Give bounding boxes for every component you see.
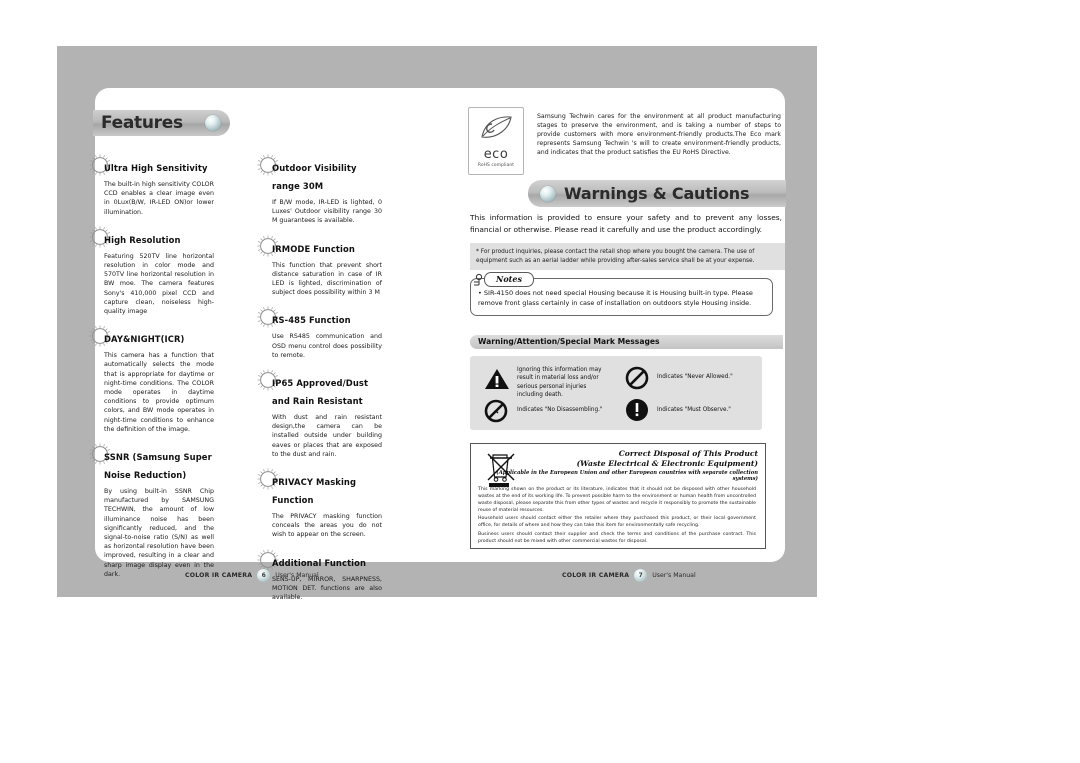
page-number-badge: 6 — [257, 568, 271, 582]
no-disassemble-icon — [484, 399, 508, 423]
feature-heading-row: SSNR (Samsung Super Noise Reduction) — [89, 443, 216, 483]
feature-heading-row: PRIVACY Masking Function — [257, 468, 384, 508]
feature-heading: Ultra High Sensitivity — [104, 163, 208, 173]
pencil-pin-icon — [474, 273, 483, 286]
feature-item: PRIVACY Masking Function The PRIVACY mas… — [257, 468, 384, 540]
feature-item: DAY&NIGHT(ICR) This camera has a functio… — [89, 325, 216, 434]
feature-body: The built-in high sensitivity COLOR CCD … — [104, 181, 214, 216]
feature-heading: PRIVACY Masking Function — [272, 477, 357, 506]
feature-body: This camera has a function that automati… — [104, 352, 214, 433]
mark-message-item — [484, 367, 510, 396]
decorative-orb-icon — [205, 115, 221, 131]
warnings-inquiry-note: * For product inquiries, please contact … — [470, 243, 785, 271]
page-title-features: Features — [101, 113, 183, 133]
feature-body: With dust and rain resistant design,the … — [272, 414, 382, 458]
feature-heading-row: IRMODE Function — [257, 235, 384, 257]
feature-heading: RS-485 Function — [272, 315, 351, 326]
disposal-title-line1: Correct Disposal of This Product — [618, 449, 758, 458]
feature-body: If B/W mode, IR-LED is lighted, 0 Luxes'… — [272, 199, 382, 225]
disposal-box: Correct Disposal of This Product (Waste … — [470, 443, 766, 549]
features-title-bar: Features — [93, 110, 230, 136]
eco-leaf-icon — [481, 116, 512, 138]
eco-description: Samsung Techwin cares for the environmen… — [537, 113, 781, 157]
features-column-2: Outdoor Visibility range 30M If B/W mode… — [257, 154, 384, 615]
feature-heading: Outdoor Visibility range 30M — [272, 163, 357, 191]
feature-heading-row: Additional Function — [257, 549, 384, 571]
feature-item: IRMODE Function This function that preve… — [257, 235, 384, 298]
feature-heading: IP65 Approved/Dust and Rain Resistant — [272, 378, 369, 407]
footer-product-name: COLOR IR CAMERA — [562, 571, 630, 579]
features-column-1: Ultra High Sensitivity The built-in high… — [89, 154, 216, 592]
mark-message-item — [484, 399, 508, 428]
mark-messages-header: Warning/Attention/Special Mark Messages — [470, 335, 783, 349]
disposal-subtitle: (Applicable in the European Union and ot… — [496, 470, 758, 482]
disposal-paragraph: Household users should contact either th… — [478, 516, 756, 528]
disposal-paragraph: This marking shown on the product or its… — [478, 487, 756, 513]
footer-manual-label: User's Manual — [275, 571, 319, 579]
decorative-orb-icon — [540, 186, 556, 202]
footer-left-page: COLOR IR CAMERA 6 User's Manual — [185, 568, 319, 582]
feature-body: This function that prevent short distanc… — [272, 261, 382, 297]
feature-heading: Additional Function — [272, 557, 367, 568]
warnings-intro-text: This information is provided to ensure y… — [470, 213, 782, 234]
warnings-title-bar: Warnings & Cautions — [528, 180, 786, 207]
feature-item: RS-485 Function Use RS485 communication … — [257, 306, 384, 360]
feature-heading-row: High Resolution — [89, 226, 216, 248]
mark-message-item — [625, 398, 649, 427]
eco-mark-subtitle: RoHS compliant — [477, 163, 515, 168]
mark-message-text: Indicates "Never Allowed." — [657, 374, 733, 380]
feature-heading-row: Outdoor Visibility range 30M — [257, 154, 384, 194]
mark-message-text: Ignoring this information may result in … — [517, 367, 602, 398]
eco-mark-word: eco — [483, 147, 509, 162]
feature-body: Use RS485 communication and OSD menu con… — [272, 333, 382, 359]
page-title-warnings: Warnings & Cautions — [564, 184, 750, 203]
feature-item: Outdoor Visibility range 30M If B/W mode… — [257, 154, 384, 226]
mark-message-item — [625, 366, 649, 395]
feature-heading: IRMODE Function — [272, 243, 355, 254]
feature-heading: DAY&NIGHT(ICR) — [104, 334, 185, 345]
exclamation-circle-icon — [626, 399, 648, 421]
crossed-out-wheelie-bin-icon — [487, 453, 515, 487]
feature-heading-row: RS-485 Function — [257, 306, 384, 328]
disposal-title: Correct Disposal of This Product (Waste … — [577, 449, 758, 469]
feature-item: Ultra High Sensitivity The built-in high… — [89, 154, 216, 217]
eco-mark-box: eco RoHS compliant — [468, 107, 524, 175]
disposal-paragraph: Business users should contact their supp… — [478, 532, 756, 544]
warning-triangle-icon — [485, 369, 509, 389]
page-number-badge: 7 — [634, 568, 648, 582]
feature-item: SSNR (Samsung Super Noise Reduction) By … — [89, 443, 216, 579]
footer-product-name: COLOR IR CAMERA — [185, 571, 253, 579]
footer-manual-label: User's Manual — [652, 571, 696, 579]
feature-body: Featuring 520TV line horizontal resoluti… — [104, 252, 214, 316]
disposal-title-line2: (Waste Electrical & Electronic Equipment… — [576, 459, 758, 468]
feature-heading-row: IP65 Approved/Dust and Rain Resistant — [257, 369, 384, 409]
mark-message-text: Indicates "No Disassembling." — [517, 407, 603, 413]
feature-body: The PRIVACY masking function conceals th… — [272, 513, 382, 539]
mark-message-text: Indicates "Must Observe." — [657, 407, 731, 413]
mark-messages-panel: Ignoring this information may result in … — [470, 356, 762, 430]
notes-text: • SIR-4150 does not need special Housing… — [478, 289, 753, 307]
notes-label: Notes — [484, 272, 534, 287]
document-page: Features Ultra High Sensitivity The buil… — [0, 0, 1080, 763]
mark-messages-heading: Warning/Attention/Special Mark Messages — [478, 337, 660, 346]
feature-heading: SSNR (Samsung Super Noise Reduction) — [104, 452, 212, 481]
feature-body: By using built-in SSNR Chip manufactured… — [104, 488, 214, 578]
footer-right-page: COLOR IR CAMERA 7 User's Manual — [562, 568, 696, 582]
prohibition-circle-icon — [625, 366, 649, 390]
feature-heading-row: DAY&NIGHT(ICR) — [89, 325, 216, 347]
feature-item: IP65 Approved/Dust and Rain Resistant Wi… — [257, 369, 384, 459]
feature-heading-row: Ultra High Sensitivity — [89, 154, 216, 176]
feature-item: High Resolution Featuring 520TV line hor… — [89, 226, 216, 316]
feature-heading: High Resolution — [104, 234, 181, 245]
